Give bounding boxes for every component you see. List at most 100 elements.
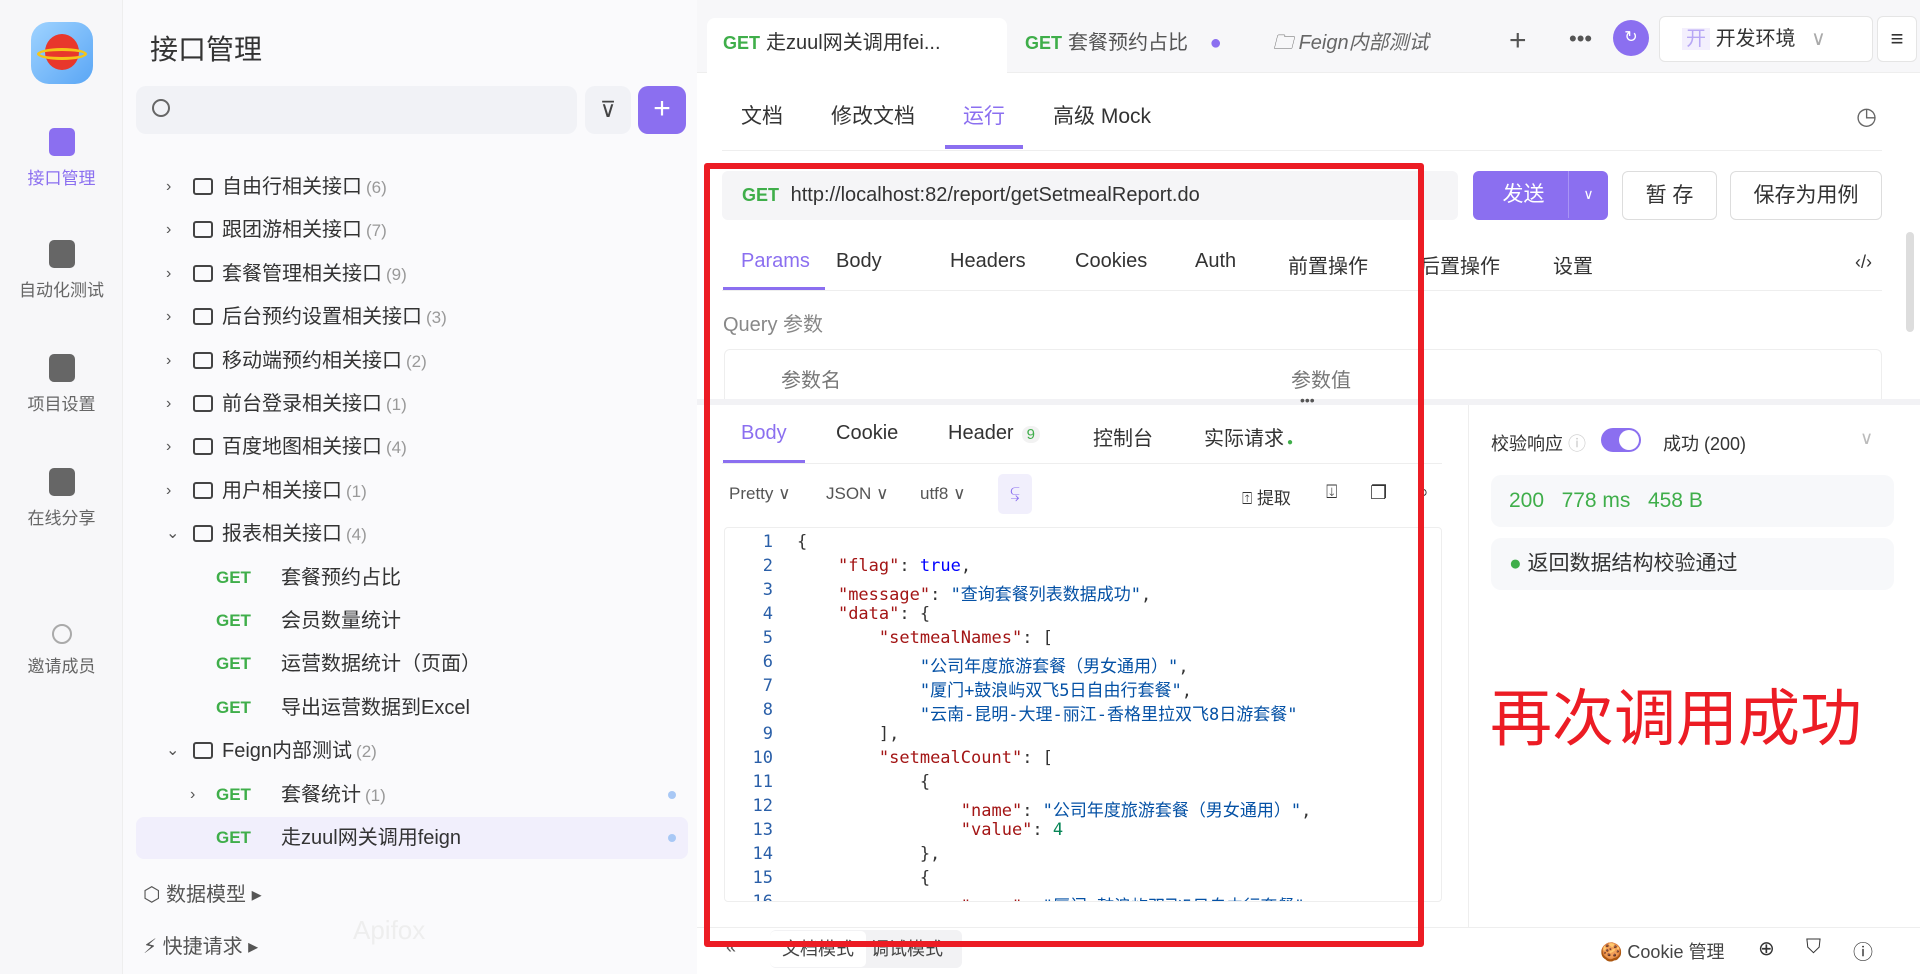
data-model-item[interactable]: ⬡ 数据模型 ▸: [143, 878, 262, 907]
rail-item-3[interactable]: 在线分享: [0, 468, 123, 529]
history-icon[interactable]: ◷: [1856, 102, 1877, 131]
tree-folder[interactable]: › 百度地图相关接口 (4): [136, 426, 688, 468]
tree-folder[interactable]: ⌄ 报表相关接口 (4): [136, 513, 688, 555]
folder-label: 跟团游相关接口: [222, 219, 362, 242]
tree-folder[interactable]: › 自由行相关接口 (6): [136, 166, 688, 208]
chevron-down-icon[interactable]: ⌄: [166, 513, 180, 555]
folder-icon: [193, 438, 213, 456]
sidebar-title: 接口管理: [150, 34, 263, 65]
tree-api[interactable]: › GET 套餐统计 (1): [136, 774, 688, 816]
folder-icon: [193, 264, 213, 282]
subtab-2[interactable]: 运行: [963, 100, 1005, 130]
chevron-right-icon[interactable]: ›: [166, 253, 180, 295]
api-label: 运营数据统计（页面）: [281, 653, 481, 676]
method-badge: GET: [216, 611, 251, 630]
subtab-0[interactable]: 文档: [741, 100, 783, 130]
folder-label: 套餐管理相关接口: [222, 262, 382, 285]
menu-icon[interactable]: ≡: [1877, 16, 1917, 62]
tree-api[interactable]: GET 套餐预约占比: [136, 557, 688, 599]
chevron-right-icon[interactable]: ›: [166, 383, 180, 425]
send-button[interactable]: 发送 ∨: [1473, 171, 1608, 220]
filter-button[interactable]: ⊽: [585, 86, 631, 134]
api-label: 走zuul网关调用feign: [281, 827, 462, 849]
check-circle-icon: ●: [1509, 552, 1522, 575]
folder-label: 用户相关接口: [222, 479, 342, 502]
annotation-text: 再次调用成功: [1490, 682, 1863, 755]
count: (1): [386, 395, 407, 414]
rail-item-1[interactable]: 自动化测试: [0, 240, 123, 301]
status-dot: [668, 790, 676, 799]
more-icon[interactable]: •••: [1569, 26, 1592, 52]
chevron-down-icon[interactable]: ⌄: [166, 730, 180, 772]
tab-2[interactable]: GET 套餐预约占比 ●: [1009, 18, 1249, 73]
chevron-right-icon[interactable]: ›: [166, 296, 180, 338]
tree-folder[interactable]: › 前台登录相关接口 (1): [136, 383, 688, 425]
folder-icon: [193, 178, 213, 195]
tree-folder[interactable]: › 用户相关接口 (1): [136, 470, 688, 512]
tree-api[interactable]: GET 运营数据统计（页面）: [136, 643, 688, 685]
req-tab-6[interactable]: 后置操作: [1420, 250, 1500, 279]
tree-folder[interactable]: › 跟团游相关接口 (7): [136, 209, 688, 251]
tree-api[interactable]: GET 导出运营数据到Excel: [136, 687, 688, 729]
chevron-down-icon[interactable]: ∨: [1860, 428, 1873, 449]
save-temp-button[interactable]: 暂 存: [1622, 171, 1717, 220]
folder-icon: [193, 308, 213, 326]
folder-label: 百度地图相关接口: [222, 436, 382, 459]
tab-bar: GET 走zuul网关调用fei... GET 套餐预约占比 ● 🗀 Feign内部…: [697, 0, 1920, 73]
help-icon[interactable]: ⓘ: [1853, 936, 1873, 965]
folder-label: Feign内部测试: [222, 740, 353, 763]
tree-api[interactable]: GET 会员数量统计: [136, 600, 688, 642]
scrollbar[interactable]: [1906, 232, 1914, 332]
sync-icon[interactable]: ↻: [1613, 20, 1649, 56]
chevron-right-icon[interactable]: ›: [190, 774, 204, 816]
chevron-right-icon[interactable]: ›: [166, 340, 180, 382]
chevron-right-icon[interactable]: ›: [166, 470, 180, 512]
code-icon[interactable]: ‹/›: [1855, 252, 1872, 273]
count: (7): [366, 221, 387, 241]
app-logo: [31, 22, 93, 84]
validate-toggle[interactable]: [1601, 428, 1641, 452]
tree-folder[interactable]: › 后台预约设置相关接口 (3): [136, 296, 688, 338]
rail-item-0[interactable]: 接口管理: [0, 128, 123, 189]
rail-item-2[interactable]: 项目设置: [0, 354, 123, 415]
tree-folder[interactable]: › 移动端预约相关接口 (2): [136, 340, 688, 382]
tab-3[interactable]: 🗀 Feign内部测试: [1257, 18, 1445, 73]
api-label: 套餐统计: [281, 783, 361, 806]
save-case-button[interactable]: 保存为用例: [1730, 171, 1882, 220]
rail-item-4[interactable]: 邀请成员: [0, 624, 123, 677]
tree-api[interactable]: GET 走zuul网关调用feign: [136, 817, 688, 859]
chevron-right-icon[interactable]: ›: [166, 426, 180, 468]
validate-status-select[interactable]: 成功 (200): [1663, 430, 1746, 456]
upload-icon[interactable]: ⊕: [1758, 936, 1775, 961]
subtab-indicator: [945, 145, 1023, 149]
count: (3): [426, 308, 447, 328]
search-input[interactable]: [136, 86, 577, 134]
folder-icon: [193, 221, 213, 239]
env-select[interactable]: 开 开发环境 ∨: [1659, 16, 1873, 62]
method-badge: GET: [216, 784, 251, 804]
cookie-manager-button[interactable]: 🍪 Cookie 管理: [1600, 938, 1724, 964]
new-tab-icon[interactable]: +: [1509, 24, 1527, 58]
tree-folder[interactable]: ⌄ Feign内部测试 (2): [136, 730, 688, 772]
validate-label: 校验响应 ⓘ: [1491, 434, 1587, 454]
add-button[interactable]: +: [638, 86, 686, 134]
quick-request-item[interactable]: ⚡ 快捷请求 ▸: [143, 930, 258, 959]
folder-icon: [193, 742, 213, 760]
chevron-right-icon[interactable]: ›: [166, 166, 180, 208]
rail-icon: [48, 128, 75, 156]
rail-icon: [51, 624, 72, 644]
count: (9): [386, 264, 407, 284]
chevron-right-icon[interactable]: ›: [166, 209, 180, 251]
folder-label: 自由行相关接口: [222, 176, 362, 198]
subtab-1[interactable]: 修改文档: [831, 100, 915, 130]
api-label: 会员数量统计: [281, 610, 401, 632]
tab-active[interactable]: GET 走zuul网关调用fei...: [707, 18, 1007, 73]
api-label: 导出运营数据到Excel: [281, 696, 470, 719]
method-badge: GET: [216, 697, 251, 717]
shirt-icon[interactable]: ⛉: [1806, 936, 1821, 959]
req-tab-7[interactable]: 设置: [1553, 250, 1593, 279]
subtab-3[interactable]: 高级 Mock: [1053, 100, 1151, 130]
rail-icon: [48, 240, 75, 268]
tree-folder[interactable]: › 套餐管理相关接口 (9): [136, 253, 688, 295]
count: (2): [356, 742, 377, 762]
